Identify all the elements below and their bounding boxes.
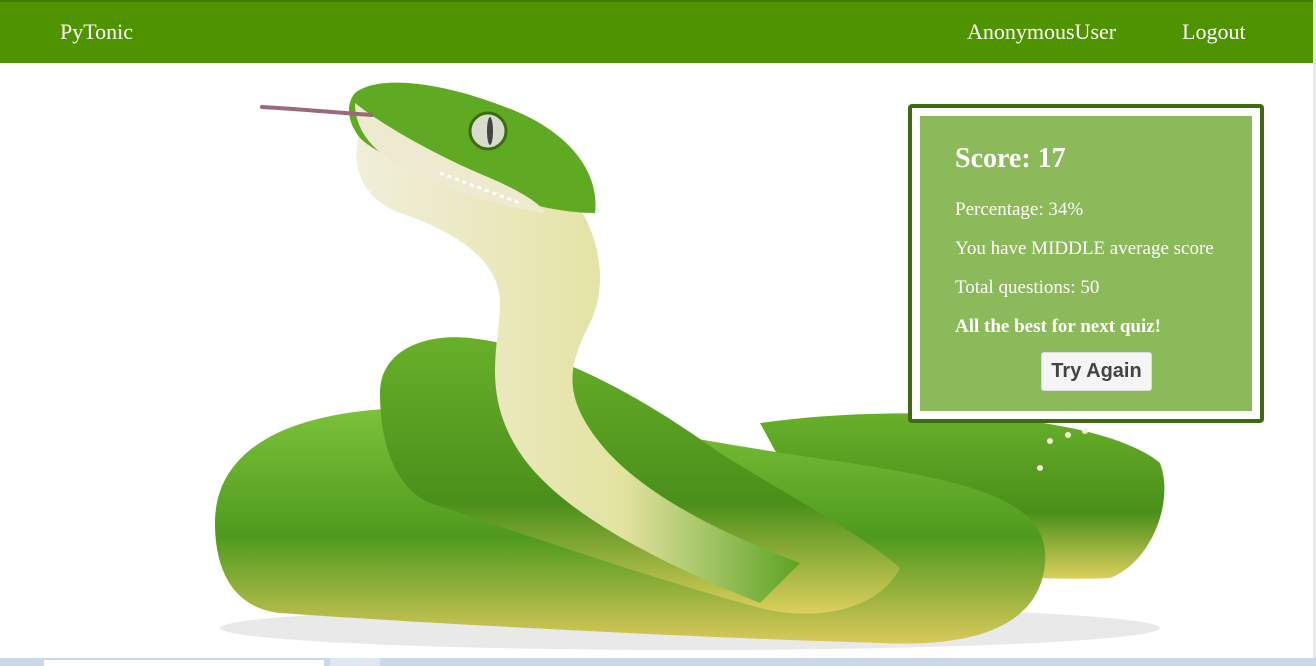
percentage-text: Percentage: 34% bbox=[955, 199, 1084, 220]
top-navbar: PyTonic AnonymousUser Logout bbox=[0, 0, 1313, 63]
logout-link[interactable]: Logout bbox=[1182, 19, 1246, 45]
taskbar bbox=[0, 658, 1316, 666]
brand-link[interactable]: PyTonic bbox=[60, 19, 133, 45]
average-text: You have MIDDLE average score bbox=[955, 238, 1214, 259]
try-again-button[interactable]: Try Again bbox=[1041, 352, 1152, 391]
user-link[interactable]: AnonymousUser bbox=[967, 19, 1116, 45]
total-questions-text: Total questions: 50 bbox=[955, 277, 1100, 298]
score-panel: Score: 17 Percentage: 34% You have MIDDL… bbox=[920, 116, 1252, 411]
score-title: Score: 17 bbox=[955, 143, 1066, 174]
best-wishes-text: All the best for next quiz! bbox=[955, 316, 1161, 337]
taskbar-segment bbox=[44, 660, 324, 666]
score-card: Score: 17 Percentage: 34% You have MIDDL… bbox=[908, 104, 1264, 423]
taskbar-segment bbox=[330, 658, 380, 666]
